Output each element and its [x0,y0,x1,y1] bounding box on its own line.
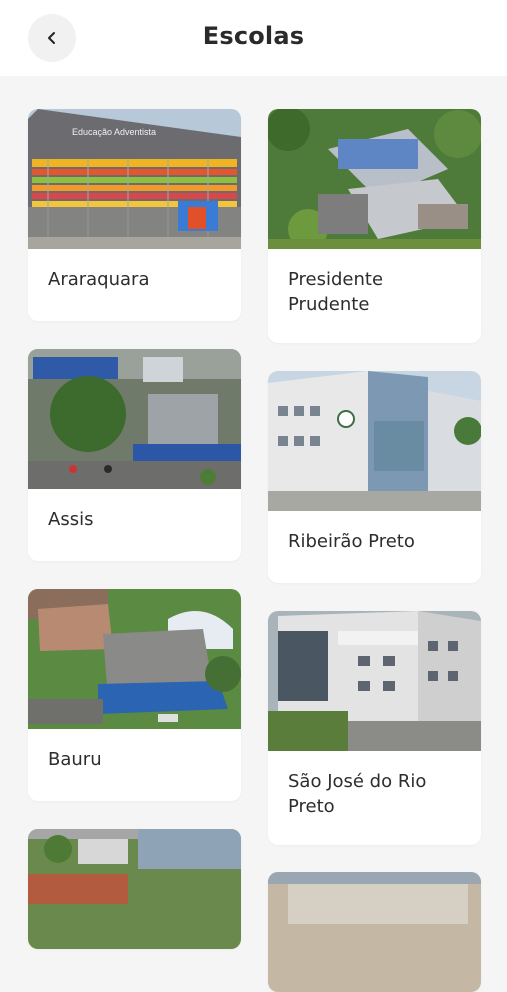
school-name: Ribeirão Preto [288,531,415,552]
school-photo [28,829,241,949]
page-title: Escolas [202,22,305,50]
school-card-partial-right[interactable] [268,872,481,992]
school-photo [268,109,481,249]
school-name: Bauru [48,749,102,770]
school-photo [28,349,241,489]
school-photo [268,371,481,511]
school-card-assis[interactable]: Assis [28,349,241,561]
app-header: Escolas [0,0,507,76]
school-sign-text: Educação Adventista [72,127,156,137]
school-card-ribeirao-preto[interactable]: Ribeirão Preto [268,371,481,583]
school-photo: Educação Adventista [28,109,241,249]
school-photo [268,872,481,992]
school-photo [28,589,241,729]
school-card-araraquara[interactable]: Educação Adventista Araraquara [28,109,241,321]
school-card-partial-left[interactable] [28,829,241,949]
school-card-bauru[interactable]: Bauru [28,589,241,801]
school-name: Assis [48,509,94,530]
school-name: São José do Rio Preto [288,771,427,817]
school-name: Presidente Prudente [288,269,384,315]
school-photo [268,611,481,751]
school-name: Araraquara [48,269,150,290]
school-card-sao-jose-do-rio-preto[interactable]: São José do Rio Preto [268,611,481,845]
school-card-presidente-prudente[interactable]: Presidente Prudente [268,109,481,343]
